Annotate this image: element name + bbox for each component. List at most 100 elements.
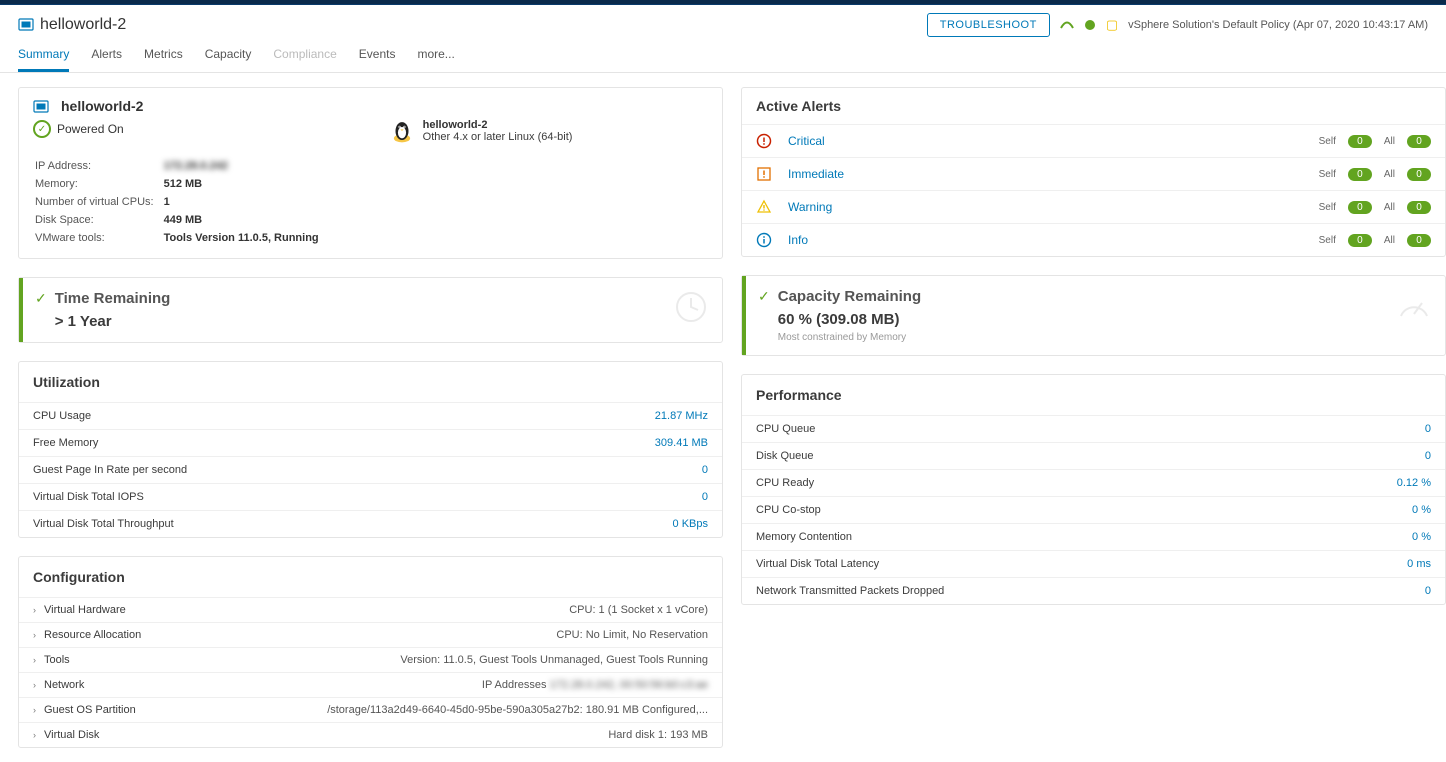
tab-events[interactable]: Events (359, 47, 396, 72)
metric-value[interactable]: 0 % (1412, 531, 1431, 543)
alert-all-label: All (1384, 235, 1395, 246)
metric-label: Virtual Disk Total Latency (756, 558, 879, 570)
metric-value[interactable]: 0 (702, 464, 708, 476)
alerts-title: Active Alerts (742, 88, 1445, 124)
metric-value[interactable]: 0 (1425, 423, 1431, 435)
config-row[interactable]: ›Virtual HardwareCPU: 1 (1 Socket x 1 vC… (19, 597, 722, 622)
alert-label[interactable]: Critical (788, 134, 825, 148)
health-badge-icon (1060, 20, 1074, 30)
metric-row: Memory Contention0 % (742, 523, 1445, 550)
tab-alerts[interactable]: Alerts (91, 47, 122, 72)
metric-value[interactable]: 21.87 MHz (655, 410, 708, 422)
troubleshoot-button[interactable]: TROUBLESHOOT (927, 13, 1050, 37)
config-value: /storage/113a2d49-6640-45d0-95be-590a305… (327, 704, 708, 716)
os-name: helloworld-2 (423, 119, 573, 131)
config-label: Tools (44, 654, 70, 666)
check-icon: ✓ (758, 288, 770, 305)
tab-capacity[interactable]: Capacity (205, 47, 252, 72)
tab-metrics[interactable]: Metrics (144, 47, 183, 72)
metric-label: CPU Queue (756, 423, 815, 435)
config-value: Version: 11.0.5, Guest Tools Unmanaged, … (400, 654, 708, 666)
gauge-icon (1397, 288, 1431, 325)
alert-label[interactable]: Warning (788, 200, 832, 214)
config-row[interactable]: ›NetworkIP Addresses 172.28.0.242, 00:50… (19, 672, 722, 697)
performance-title: Performance (742, 375, 1445, 415)
alert-self-label: Self (1319, 136, 1336, 147)
metric-value[interactable]: 0 ms (1407, 558, 1431, 570)
alert-self-label: Self (1319, 235, 1336, 246)
alert-all-count: 0 (1407, 135, 1431, 148)
active-alerts-card: Active Alerts Critical Self 0 All 0 Immediate… (741, 87, 1446, 257)
metric-label: Network Transmitted Packets Dropped (756, 585, 944, 597)
alert-all-count: 0 (1407, 168, 1431, 181)
config-row[interactable]: ›ToolsVersion: 11.0.5, Guest Tools Unman… (19, 647, 722, 672)
metric-label: Virtual Disk Total IOPS (33, 491, 144, 503)
chevron-right-icon: › (33, 705, 36, 715)
config-label: Virtual Disk (44, 729, 99, 741)
alert-row-critical[interactable]: CriticalSelf0All0 (742, 124, 1445, 157)
metric-row: Disk Queue 0 (742, 442, 1445, 469)
alert-all-count: 0 (1407, 234, 1431, 247)
metric-value[interactable]: 0 (1425, 450, 1431, 462)
chevron-right-icon: › (33, 730, 36, 740)
alert-label[interactable]: Immediate (788, 167, 844, 181)
capacity-sub: Most constrained by Memory (778, 332, 921, 343)
metric-value[interactable]: 0 (1425, 585, 1431, 597)
os-description: Other 4.x or later Linux (64-bit) (423, 131, 573, 143)
metric-row: CPU Queue 0 (742, 415, 1445, 442)
kv-value: 1 (164, 194, 327, 210)
utilization-panel: Utilization CPU Usage21.87 MHzFree Memor… (18, 361, 723, 538)
metric-row: Virtual Disk Total IOPS 0 (19, 483, 722, 510)
kv-key: IP Address: (35, 158, 162, 174)
config-row[interactable]: › Virtual Disk Hard disk 1: 193 MB (19, 722, 722, 747)
chevron-right-icon: › (33, 680, 36, 690)
config-row[interactable]: ›Guest OS Partition/storage/113a2d49-664… (19, 697, 722, 722)
metric-value[interactable]: 0 KBps (673, 518, 708, 530)
metric-label: Free Memory (33, 437, 98, 449)
alert-self-label: Self (1319, 202, 1336, 213)
kv-key: Number of virtual CPUs: (35, 194, 162, 210)
metric-row: Network Transmitted Packets Dropped 0 (742, 577, 1445, 604)
alert-row-immediate[interactable]: ImmediateSelf0All0 (742, 157, 1445, 190)
alert-self-label: Self (1319, 169, 1336, 180)
metric-label: Virtual Disk Total Throughput (33, 518, 174, 530)
config-value: CPU: No Limit, No Reservation (556, 629, 708, 641)
linux-icon (389, 118, 415, 144)
metric-value[interactable]: 0 % (1412, 504, 1431, 516)
metric-row: Virtual Disk Total Latency 0 ms (742, 550, 1445, 577)
metric-value[interactable]: 0 (702, 491, 708, 503)
utilization-title: Utilization (19, 362, 722, 402)
config-value: Hard disk 1: 193 MB (608, 729, 708, 741)
metric-label: Disk Queue (756, 450, 813, 462)
warning-icon (756, 199, 772, 215)
alert-all-label: All (1384, 169, 1395, 180)
critical-icon (756, 133, 772, 149)
alert-row-warning[interactable]: WarningSelf0All0 (742, 190, 1445, 223)
kv-value: 512 MB (164, 176, 327, 192)
metric-row: Guest Page In Rate per second 0 (19, 456, 722, 483)
tab-more[interactable]: more... (417, 47, 454, 72)
alert-row-info[interactable]: Info Self 0 All 0 (742, 223, 1445, 256)
time-remaining-value: > 1 Year (55, 313, 171, 330)
metric-row: Free Memory 309.41 MB (19, 429, 722, 456)
info-icon (756, 232, 772, 248)
kv-key: Memory: (35, 176, 162, 192)
vm-icon (18, 17, 34, 33)
chevron-right-icon: › (33, 605, 36, 615)
alert-label[interactable]: Info (788, 233, 808, 247)
policy-text: vSphere Solution's Default Policy (Apr 0… (1128, 19, 1428, 31)
vm-name: helloworld-2 (61, 98, 143, 114)
capacity-remaining-card: ✓ Capacity Remaining 60 % (309.08 MB) Mo… (741, 275, 1446, 356)
metric-value[interactable]: 0.12 % (1397, 477, 1431, 489)
alert-self-count: 0 (1348, 234, 1372, 247)
vm-icon (33, 98, 49, 114)
alert-all-label: All (1384, 136, 1395, 147)
config-row[interactable]: ›Resource AllocationCPU: No Limit, No Re… (19, 622, 722, 647)
metric-value[interactable]: 309.41 MB (655, 437, 708, 449)
metric-label: Guest Page In Rate per second (33, 464, 187, 476)
policy-icon: ▢ (1106, 17, 1118, 33)
time-remaining-title: Time Remaining (55, 290, 171, 307)
tab-compliance: Compliance (273, 47, 336, 72)
health-dot-icon (1084, 19, 1096, 31)
tab-summary[interactable]: Summary (18, 47, 69, 72)
